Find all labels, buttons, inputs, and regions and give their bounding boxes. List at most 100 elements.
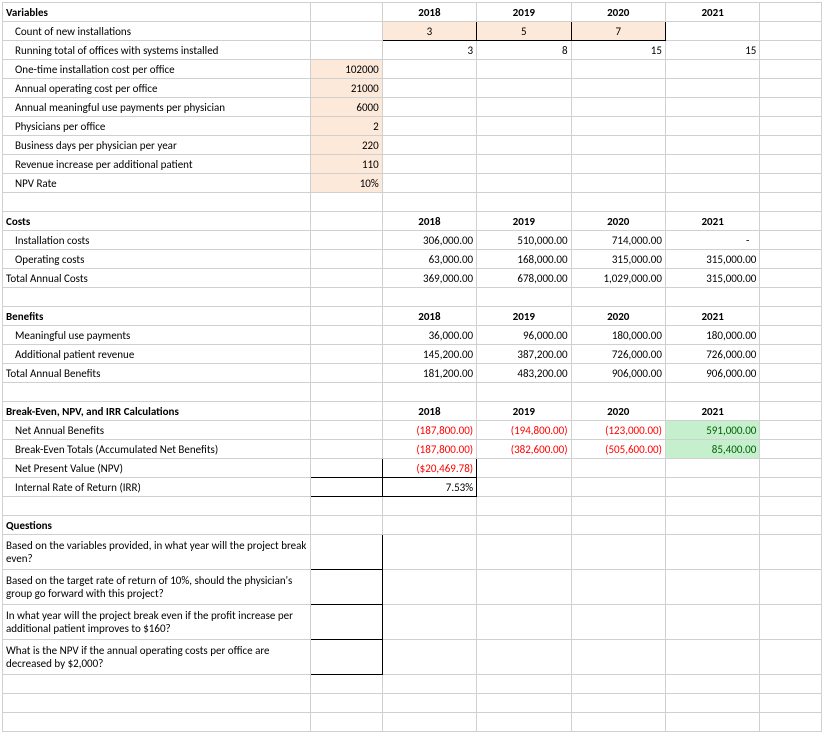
- cell-empty[interactable]: [382, 640, 476, 675]
- cell-empty[interactable]: [760, 675, 822, 694]
- val-running-2021[interactable]: 15: [665, 41, 759, 60]
- val-mu[interactable]: 6000: [310, 98, 382, 117]
- cell-empty[interactable]: [477, 675, 571, 694]
- cell-empty[interactable]: [477, 478, 571, 497]
- cell-empty[interactable]: [382, 516, 476, 535]
- cell-empty[interactable]: [665, 155, 759, 174]
- cell-empty[interactable]: [760, 79, 822, 98]
- cell-empty[interactable]: [477, 117, 571, 136]
- cell-empty[interactable]: [760, 402, 822, 421]
- val-net-2018[interactable]: (187,800.00): [382, 421, 476, 440]
- cell-empty[interactable]: [665, 570, 759, 605]
- val-op-cost[interactable]: 21000: [310, 79, 382, 98]
- val-phys[interactable]: 2: [310, 117, 382, 136]
- val-npv[interactable]: ($20,469.78): [382, 459, 476, 478]
- val-bdays[interactable]: 220: [310, 136, 382, 155]
- cell-empty[interactable]: [760, 98, 822, 117]
- cell-empty[interactable]: [477, 98, 571, 117]
- val-mu-2020[interactable]: 180,000.00: [571, 326, 665, 345]
- cell-empty[interactable]: [310, 694, 382, 713]
- cell-empty[interactable]: [310, 478, 382, 497]
- val-count-new-2020[interactable]: 7: [571, 22, 665, 41]
- val-rev-2020[interactable]: 726,000.00: [571, 345, 665, 364]
- cell-empty[interactable]: [310, 516, 382, 535]
- val-running-2020[interactable]: 15: [571, 41, 665, 60]
- val-install-cost[interactable]: 102000: [310, 60, 382, 79]
- answer-1[interactable]: [310, 535, 382, 570]
- val-op-2019[interactable]: 168,000.00: [477, 250, 571, 269]
- cell-empty[interactable]: [760, 478, 822, 497]
- cell-empty[interactable]: [665, 174, 759, 193]
- cell-empty[interactable]: [3, 497, 311, 516]
- cell-empty[interactable]: [477, 174, 571, 193]
- cell-empty[interactable]: [571, 640, 665, 675]
- cell-empty[interactable]: [760, 117, 822, 136]
- cell-empty[interactable]: [571, 174, 665, 193]
- val-rev[interactable]: 110: [310, 155, 382, 174]
- cell-empty[interactable]: [477, 459, 571, 478]
- cell-empty[interactable]: [571, 675, 665, 694]
- val-net-2021[interactable]: 591,000.00: [665, 421, 759, 440]
- val-be-2020[interactable]: (505,600.00): [571, 440, 665, 459]
- cell-empty[interactable]: [665, 193, 759, 212]
- cell-empty[interactable]: [760, 605, 822, 640]
- cell-empty[interactable]: [3, 694, 311, 713]
- cell-empty[interactable]: [382, 713, 476, 732]
- cell-empty[interactable]: [571, 535, 665, 570]
- cell-empty[interactable]: [382, 535, 476, 570]
- cell-empty[interactable]: [382, 155, 476, 174]
- cell-empty[interactable]: [665, 535, 759, 570]
- cell-empty[interactable]: [310, 193, 382, 212]
- cell-empty[interactable]: [310, 459, 382, 478]
- cell-empty[interactable]: [760, 440, 822, 459]
- cell-empty[interactable]: [571, 478, 665, 497]
- cell-empty[interactable]: [310, 364, 382, 383]
- val-rev-2018[interactable]: 145,200.00: [382, 345, 476, 364]
- cell-empty[interactable]: [760, 326, 822, 345]
- cell-empty[interactable]: [382, 288, 476, 307]
- val-mu-2019[interactable]: 96,000.00: [477, 326, 571, 345]
- answer-4[interactable]: [310, 640, 382, 675]
- cell-empty[interactable]: [310, 675, 382, 694]
- cell-empty[interactable]: [665, 22, 759, 41]
- cell-empty[interactable]: [571, 155, 665, 174]
- cell-empty[interactable]: [382, 117, 476, 136]
- cell-empty[interactable]: [760, 250, 822, 269]
- cell-empty[interactable]: [665, 713, 759, 732]
- val-op-2020[interactable]: 315,000.00: [571, 250, 665, 269]
- cell-empty[interactable]: [760, 535, 822, 570]
- cell-empty[interactable]: [3, 713, 311, 732]
- cell-empty[interactable]: [665, 136, 759, 155]
- cell-empty[interactable]: [665, 60, 759, 79]
- cell-empty[interactable]: [477, 136, 571, 155]
- val-be-2018[interactable]: (187,800.00): [382, 440, 476, 459]
- cell-empty[interactable]: [665, 288, 759, 307]
- cell-empty[interactable]: [760, 60, 822, 79]
- cell-empty[interactable]: [760, 570, 822, 605]
- cell-empty[interactable]: [571, 459, 665, 478]
- cell-empty[interactable]: [665, 478, 759, 497]
- cell-empty[interactable]: [760, 288, 822, 307]
- val-totben-2019[interactable]: 483,200.00: [477, 364, 571, 383]
- cell-empty[interactable]: [477, 640, 571, 675]
- cell-empty[interactable]: [310, 383, 382, 402]
- cell-empty[interactable]: [571, 383, 665, 402]
- cell-empty[interactable]: [382, 694, 476, 713]
- cell-empty[interactable]: [760, 212, 822, 231]
- cell-empty[interactable]: [477, 694, 571, 713]
- cell-empty[interactable]: [382, 174, 476, 193]
- cell-empty[interactable]: [477, 288, 571, 307]
- cell-empty[interactable]: [760, 713, 822, 732]
- cell-empty[interactable]: [382, 193, 476, 212]
- cell-empty[interactable]: [571, 713, 665, 732]
- val-count-new-2018[interactable]: 3: [382, 22, 476, 41]
- cell-empty[interactable]: [571, 694, 665, 713]
- cell-empty[interactable]: [310, 345, 382, 364]
- cell-empty[interactable]: [571, 136, 665, 155]
- cell-empty[interactable]: [665, 383, 759, 402]
- cell-empty[interactable]: [760, 694, 822, 713]
- val-running-2019[interactable]: 8: [477, 41, 571, 60]
- cell-empty[interactable]: [382, 383, 476, 402]
- val-rev-2021[interactable]: 726,000.00: [665, 345, 759, 364]
- cell-empty[interactable]: [760, 193, 822, 212]
